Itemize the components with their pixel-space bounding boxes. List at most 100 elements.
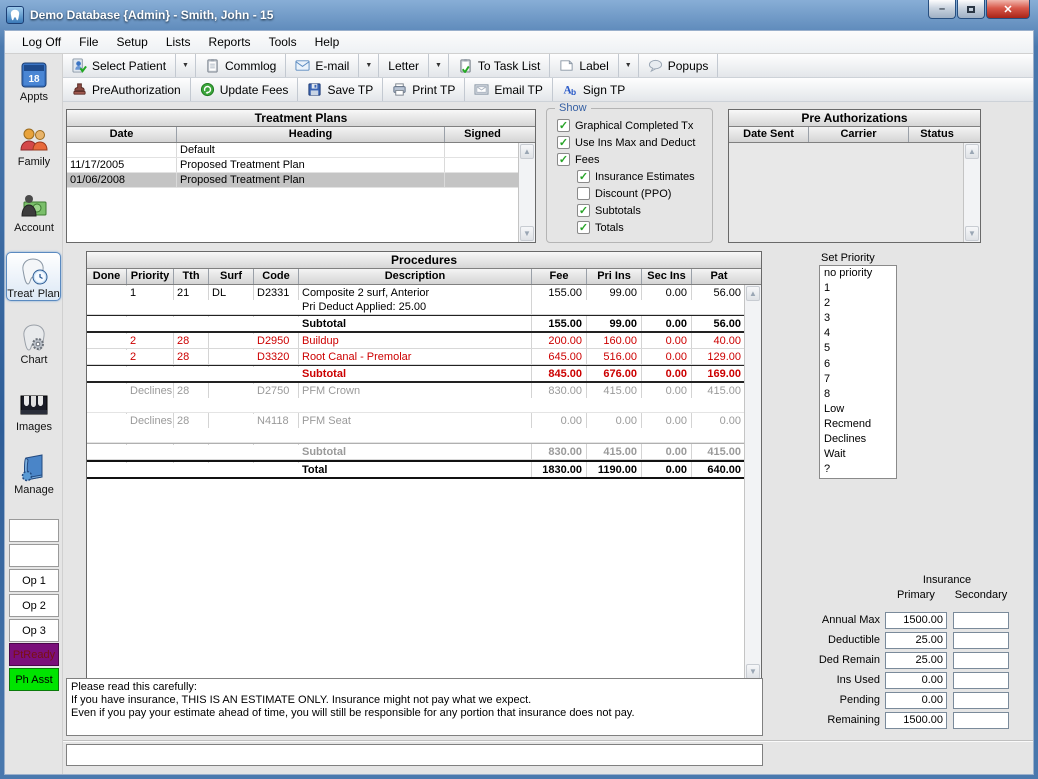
priority-option[interactable]: Declines <box>820 432 896 447</box>
save-tp-button[interactable]: Save TP <box>298 78 383 101</box>
priority-option[interactable]: 2 <box>820 296 896 311</box>
tp-note-input[interactable] <box>66 744 763 766</box>
scroll-up-arrow[interactable]: ▲ <box>746 286 760 301</box>
scroll-up-arrow[interactable]: ▲ <box>520 144 534 159</box>
checkbox-subtotals[interactable]: Subtotals <box>547 202 712 219</box>
popups-button[interactable]: Popups <box>639 54 719 77</box>
checkbox-use-ins-max-deduct[interactable]: Use Ins Max and Deduct <box>547 134 712 151</box>
preauthorization-button[interactable]: PreAuthorization <box>63 78 191 101</box>
ins-used-secondary-input[interactable] <box>953 672 1009 689</box>
sidebar-item-treat-plan[interactable]: Treat' Plan <box>6 252 61 301</box>
priority-option[interactable]: 7 <box>820 372 896 387</box>
menu-file[interactable]: File <box>70 32 107 52</box>
pre-authorizations-scrollbar[interactable]: ▲ ▼ <box>963 143 980 242</box>
op-blank-2[interactable] <box>9 544 59 567</box>
maximize-button[interactable] <box>957 0 985 19</box>
email-dropdown-arrow[interactable]: ▼ <box>359 54 379 77</box>
op-2-button[interactable]: Op 2 <box>9 594 59 617</box>
procedure-row[interactable]: 1 21 DL D2331 Composite 2 surf, Anterior… <box>87 285 744 315</box>
sidebar-item-chart[interactable]: Chart <box>5 322 63 366</box>
checkbox-fees[interactable]: Fees <box>547 151 712 168</box>
menu-tools[interactable]: Tools <box>260 32 306 52</box>
priority-option[interactable]: Low <box>820 402 896 417</box>
priority-option[interactable]: 4 <box>820 326 896 341</box>
procedures-scrollbar[interactable]: ▲ ▼ <box>744 285 761 680</box>
checkbox-box[interactable] <box>557 136 570 149</box>
procedure-row-declined[interactable]: Declines 28 N4118 PFM Seat 0.00 0.00 0.0… <box>87 413 744 443</box>
close-button[interactable]: ✕ <box>986 0 1030 19</box>
ded-remain-secondary-input[interactable] <box>953 652 1009 669</box>
deductible-primary-input[interactable] <box>885 632 947 649</box>
procedure-row[interactable]: 2 28 D3320 Root Canal - Premolar 645.00 … <box>87 349 744 365</box>
treatment-plan-row[interactable]: 11/17/2005 Proposed Treatment Plan <box>67 158 518 173</box>
minimize-button[interactable]: – <box>928 0 956 19</box>
treatment-plan-row[interactable]: Default <box>67 143 518 158</box>
remaining-primary-input[interactable] <box>885 712 947 729</box>
sidebar-item-family[interactable]: Family <box>5 124 63 168</box>
letter-button[interactable]: Letter <box>379 54 429 77</box>
priority-option[interactable]: ? <box>820 462 896 477</box>
priority-option[interactable]: 6 <box>820 357 896 372</box>
op-1-button[interactable]: Op 1 <box>9 569 59 592</box>
update-fees-button[interactable]: Update Fees <box>191 78 299 101</box>
remaining-secondary-input[interactable] <box>953 712 1009 729</box>
ded-remain-primary-input[interactable] <box>885 652 947 669</box>
checkbox-box[interactable] <box>577 204 590 217</box>
email-button[interactable]: E-mail <box>286 54 359 77</box>
email-tp-button[interactable]: Email TP <box>465 78 552 101</box>
ph-asst-button[interactable]: Ph Asst <box>9 668 59 691</box>
select-patient-dropdown-arrow[interactable]: ▼ <box>176 54 196 77</box>
pending-secondary-input[interactable] <box>953 692 1009 709</box>
op-3-button[interactable]: Op 3 <box>9 619 59 642</box>
scroll-down-arrow[interactable]: ▼ <box>520 226 534 241</box>
scroll-down-arrow[interactable]: ▼ <box>965 226 979 241</box>
pt-ready-button[interactable]: PtReady <box>9 643 59 666</box>
priority-option[interactable]: 8 <box>820 387 896 402</box>
sign-tp-button[interactable]: Ab Sign TP <box>553 78 634 101</box>
priority-option[interactable]: 1 <box>820 281 896 296</box>
menu-setup[interactable]: Setup <box>107 32 156 52</box>
priority-option[interactable]: 5 <box>820 341 896 356</box>
checkbox-box[interactable] <box>577 187 590 200</box>
checkbox-totals[interactable]: Totals <box>547 219 712 236</box>
menu-help[interactable]: Help <box>306 32 349 52</box>
scroll-down-arrow[interactable]: ▼ <box>746 664 760 679</box>
sidebar-item-manage[interactable]: Manage <box>5 452 63 496</box>
procedure-row-declined[interactable]: Declines 28 D2750 PFM Crown 830.00 415.0… <box>87 383 744 413</box>
label-dropdown-arrow[interactable]: ▼ <box>619 54 639 77</box>
checkbox-graphical-completed-tx[interactable]: Graphical Completed Tx <box>547 117 712 134</box>
sidebar-item-images[interactable]: Images <box>5 389 63 433</box>
checkbox-box[interactable] <box>577 170 590 183</box>
commlog-button[interactable]: Commlog <box>196 54 286 77</box>
priority-option[interactable]: no priority <box>820 266 896 281</box>
print-tp-button[interactable]: Print TP <box>383 78 465 101</box>
deductible-secondary-input[interactable] <box>953 632 1009 649</box>
priority-option[interactable]: Wait <box>820 447 896 462</box>
commlog-icon <box>205 58 220 73</box>
annual-max-secondary-input[interactable] <box>953 612 1009 629</box>
sidebar-item-appts[interactable]: 18 Appts <box>5 59 63 103</box>
letter-dropdown-arrow[interactable]: ▼ <box>429 54 449 77</box>
to-task-list-button[interactable]: To Task List <box>449 54 550 77</box>
annual-max-primary-input[interactable] <box>885 612 947 629</box>
label-button[interactable]: Label <box>550 54 618 77</box>
ins-used-primary-input[interactable] <box>885 672 947 689</box>
menu-lists[interactable]: Lists <box>157 32 200 52</box>
procedure-row[interactable]: 2 28 D2950 Buildup 200.00 160.00 0.00 40… <box>87 333 744 349</box>
checkbox-insurance-estimates[interactable]: Insurance Estimates <box>547 168 712 185</box>
sidebar-item-account[interactable]: Account <box>5 190 63 234</box>
treatment-plans-scrollbar[interactable]: ▲ ▼ <box>518 143 535 242</box>
select-patient-button[interactable]: Select Patient <box>63 54 176 77</box>
checkbox-box[interactable] <box>557 153 570 166</box>
menu-log-off[interactable]: Log Off <box>13 32 70 52</box>
menu-reports[interactable]: Reports <box>200 32 260 52</box>
checkbox-discount-ppo[interactable]: Discount (PPO) <box>547 185 712 202</box>
priority-option[interactable]: 3 <box>820 311 896 326</box>
op-blank-1[interactable] <box>9 519 59 542</box>
scroll-up-arrow[interactable]: ▲ <box>965 144 979 159</box>
checkbox-box[interactable] <box>577 221 590 234</box>
priority-option[interactable]: Recmend <box>820 417 896 432</box>
checkbox-box[interactable] <box>557 119 570 132</box>
pending-primary-input[interactable] <box>885 692 947 709</box>
treatment-plan-row-selected[interactable]: 01/06/2008 Proposed Treatment Plan <box>67 173 518 188</box>
